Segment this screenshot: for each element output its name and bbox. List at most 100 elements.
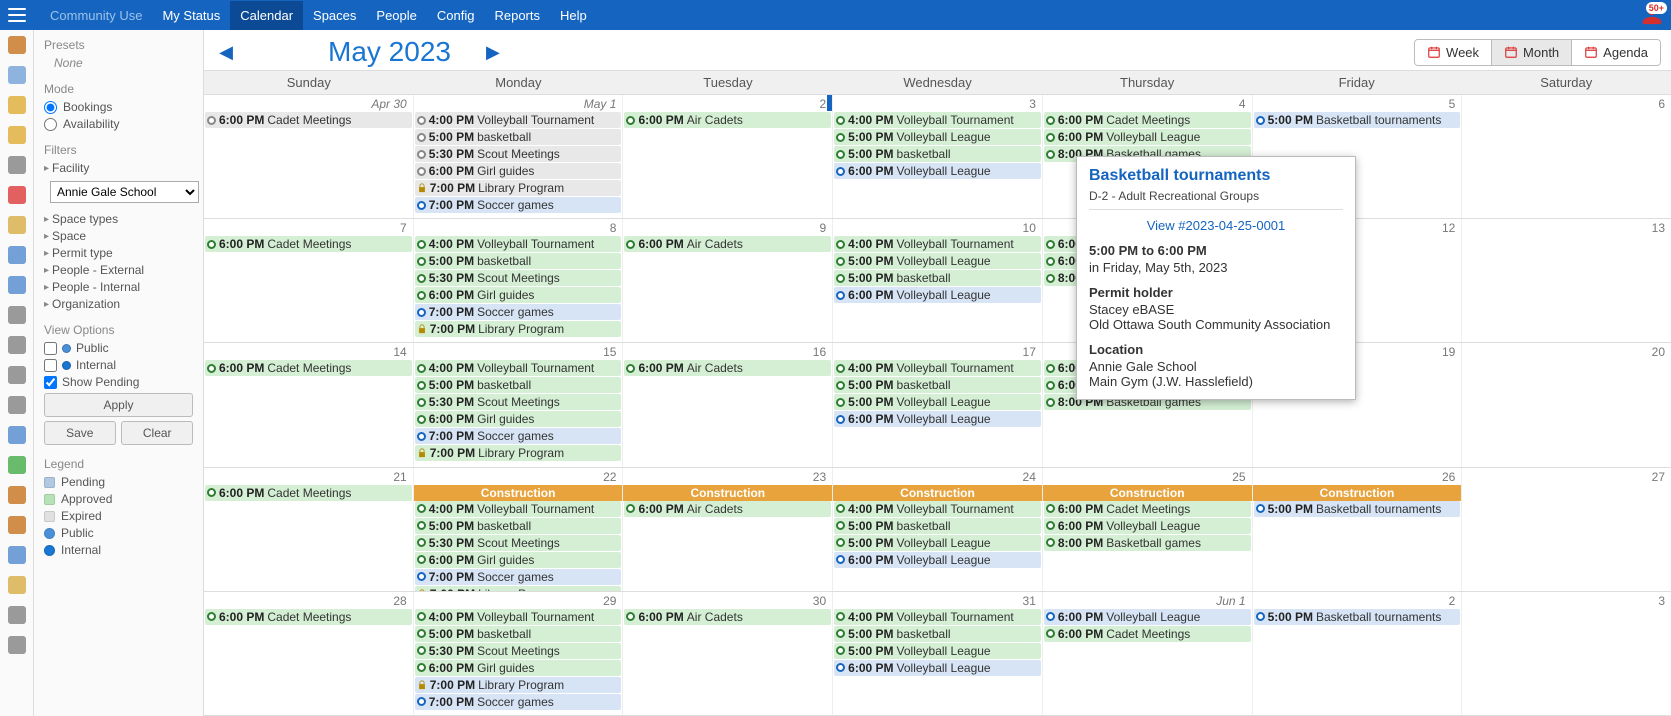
mode-bookings[interactable]: Bookings [44,100,193,114]
day-cell[interactable]: 23Construction6:00 PM Air Cadets [623,468,833,591]
event-item[interactable]: 5:30 PM Scout Meetings [415,643,622,659]
event-item[interactable]: 5:00 PM basketball [834,270,1041,286]
event-item[interactable]: 6:00 PM Cadet Meetings [205,236,412,252]
viewtab-agenda[interactable]: Agenda [1571,40,1660,65]
viewopt-public[interactable]: Public [44,341,193,355]
day-cell[interactable]: 104:00 PM Volleyball Tournament5:00 PM V… [833,219,1043,342]
event-item[interactable]: 5:00 PM basketball [834,377,1041,393]
event-item[interactable]: 6:00 PM Volleyball League [834,411,1041,427]
event-item[interactable]: 5:00 PM Volleyball League [834,394,1041,410]
copy-icon[interactable] [8,156,26,174]
event-item[interactable]: 7:00 PM Soccer games [415,428,622,444]
day-cell[interactable]: 216:00 PM Cadet Meetings [204,468,414,591]
next-month-button[interactable]: ▶ [481,42,505,63]
nav-people[interactable]: People [366,1,426,30]
apply-button[interactable]: Apply [44,393,193,417]
event-item[interactable]: 6:00 PM Cadet Meetings [1044,112,1251,128]
construction-banner[interactable]: Construction [1043,485,1252,501]
truck-icon[interactable] [8,606,26,624]
event-item[interactable]: 4:00 PM Volleyball Tournament [834,236,1041,252]
event-item[interactable]: 6:00 PM Air Cadets [624,360,831,376]
nav-my-status[interactable]: My Status [152,1,230,30]
event-item[interactable]: 5:00 PM basketball [415,129,622,145]
event-item[interactable]: 4:00 PM Volleyball Tournament [834,501,1041,517]
event-item[interactable]: 5:30 PM Scout Meetings [415,394,622,410]
event-item[interactable]: 7:00 PM Library Program [415,677,622,693]
construction-banner[interactable]: Construction [1253,485,1462,501]
facility-select[interactable]: Annie Gale School [50,181,199,203]
event-item[interactable]: 6:00 PM Volleyball League [834,660,1041,676]
day-cell[interactable]: 20 [1462,343,1671,466]
event-item[interactable]: 5:00 PM basketball [834,146,1041,162]
event-item[interactable]: 4:00 PM Volleyball Tournament [834,112,1041,128]
event-item[interactable]: 5:30 PM Scout Meetings [415,270,622,286]
event-item[interactable]: 7:00 PM Soccer games [415,304,622,320]
event-item[interactable]: 8:00 PM Basketball games [1044,535,1251,551]
document-icon[interactable] [8,366,26,384]
filter-space-types[interactable]: Space types [44,212,193,226]
event-item[interactable]: 5:00 PM Volleyball League [834,643,1041,659]
day-cell[interactable]: 174:00 PM Volleyball Tournament5:00 PM b… [833,343,1043,466]
day-cell[interactable]: 25Construction6:00 PM Cadet Meetings6:00… [1043,468,1253,591]
day-cell[interactable]: 314:00 PM Volleyball Tournament5:00 PM b… [833,592,1043,715]
nav-reports[interactable]: Reports [484,1,550,30]
day-cell[interactable]: May 14:00 PM Volleyball Tournament5:00 P… [414,95,624,218]
event-item[interactable]: 4:00 PM Volleyball Tournament [834,609,1041,625]
event-item[interactable]: 6:00 PM Girl guides [415,660,622,676]
viewopt-show-pending[interactable]: Show Pending [44,375,193,389]
event-item[interactable]: 6:00 PM Girl guides [415,287,622,303]
save-button[interactable]: Save [44,421,116,445]
day-cell[interactable]: 25:00 PM Basketball tournaments [1253,592,1463,715]
viewtab-month[interactable]: Month [1491,40,1571,65]
event-item[interactable]: 6:00 PM Girl guides [415,163,622,179]
day-cell[interactable]: 22Construction4:00 PM Volleyball Tournam… [414,468,624,591]
event-item[interactable]: 6:00 PM Cadet Meetings [205,360,412,376]
filter-organization[interactable]: Organization [44,297,193,311]
mode-availability[interactable]: Availability [44,117,193,131]
day-cell[interactable]: 26Construction5:00 PM Basketball tournam… [1253,468,1463,591]
day-cell[interactable]: 146:00 PM Cadet Meetings [204,343,414,466]
event-item[interactable]: 6:00 PM Volleyball League [1044,129,1251,145]
day-cell[interactable]: 13 [1462,219,1671,342]
filter-people-internal[interactable]: People - Internal [44,280,193,294]
event-item[interactable]: 5:00 PM basketball [834,626,1041,642]
event-item[interactable]: 5:00 PM Volleyball League [834,129,1041,145]
filter-facility[interactable]: Facility [44,161,193,175]
building-icon[interactable] [8,276,26,294]
event-item[interactable]: 6:00 PM Air Cadets [624,112,831,128]
popover-view-link[interactable]: View #2023-04-25-0001 [1089,218,1343,233]
event-item[interactable]: 6:00 PM Volleyball League [834,287,1041,303]
event-item[interactable]: 6:00 PM Girl guides [415,411,622,427]
event-item[interactable]: 4:00 PM Volleyball Tournament [415,609,622,625]
event-item[interactable]: 7:00 PM Soccer games [415,569,622,585]
day-cell[interactable]: 27 [1462,468,1671,591]
event-item[interactable]: 5:00 PM Basketball tournaments [1254,112,1461,128]
day-cell[interactable]: 294:00 PM Volleyball Tournament5:00 PM b… [414,592,624,715]
nav-calendar[interactable]: Calendar [230,1,303,30]
plus-icon[interactable] [8,186,26,204]
search-icon[interactable] [8,396,26,414]
day-cell[interactable]: 154:00 PM Volleyball Tournament5:00 PM b… [414,343,624,466]
construction-banner[interactable]: Construction [623,485,832,501]
flask-icon[interactable] [8,306,26,324]
event-item[interactable]: 5:00 PM basketball [415,518,622,534]
day-cell[interactable]: 76:00 PM Cadet Meetings [204,219,414,342]
event-item[interactable]: 6:00 PM Girl guides [415,552,622,568]
event-item[interactable]: 6:00 PM Volleyball League [1044,609,1251,625]
day-cell[interactable]: Jun 16:00 PM Volleyball League6:00 PM Ca… [1043,592,1253,715]
event-item[interactable]: 7:00 PM Soccer games [415,197,622,213]
event-item[interactable]: 6:00 PM Volleyball League [834,163,1041,179]
event-item[interactable]: 6:00 PM Cadet Meetings [1044,626,1251,642]
day-cell[interactable]: 166:00 PM Air Cadets [623,343,833,466]
event-item[interactable]: 5:00 PM basketball [415,253,622,269]
event-item[interactable]: 4:00 PM Volleyball Tournament [415,360,622,376]
nav-spaces[interactable]: Spaces [303,1,366,30]
puzzle-icon[interactable] [8,456,26,474]
event-item[interactable]: 5:00 PM Basketball tournaments [1254,501,1461,517]
bus-icon[interactable] [8,246,26,264]
event-item[interactable]: 5:00 PM basketball [415,377,622,393]
notifications-icon[interactable]: 50+ [1641,4,1663,26]
event-item[interactable]: 7:00 PM Library Program [415,180,622,196]
event-item[interactable]: 6:00 PM Cadet Meetings [205,609,412,625]
event-item[interactable]: 5:00 PM basketball [834,518,1041,534]
